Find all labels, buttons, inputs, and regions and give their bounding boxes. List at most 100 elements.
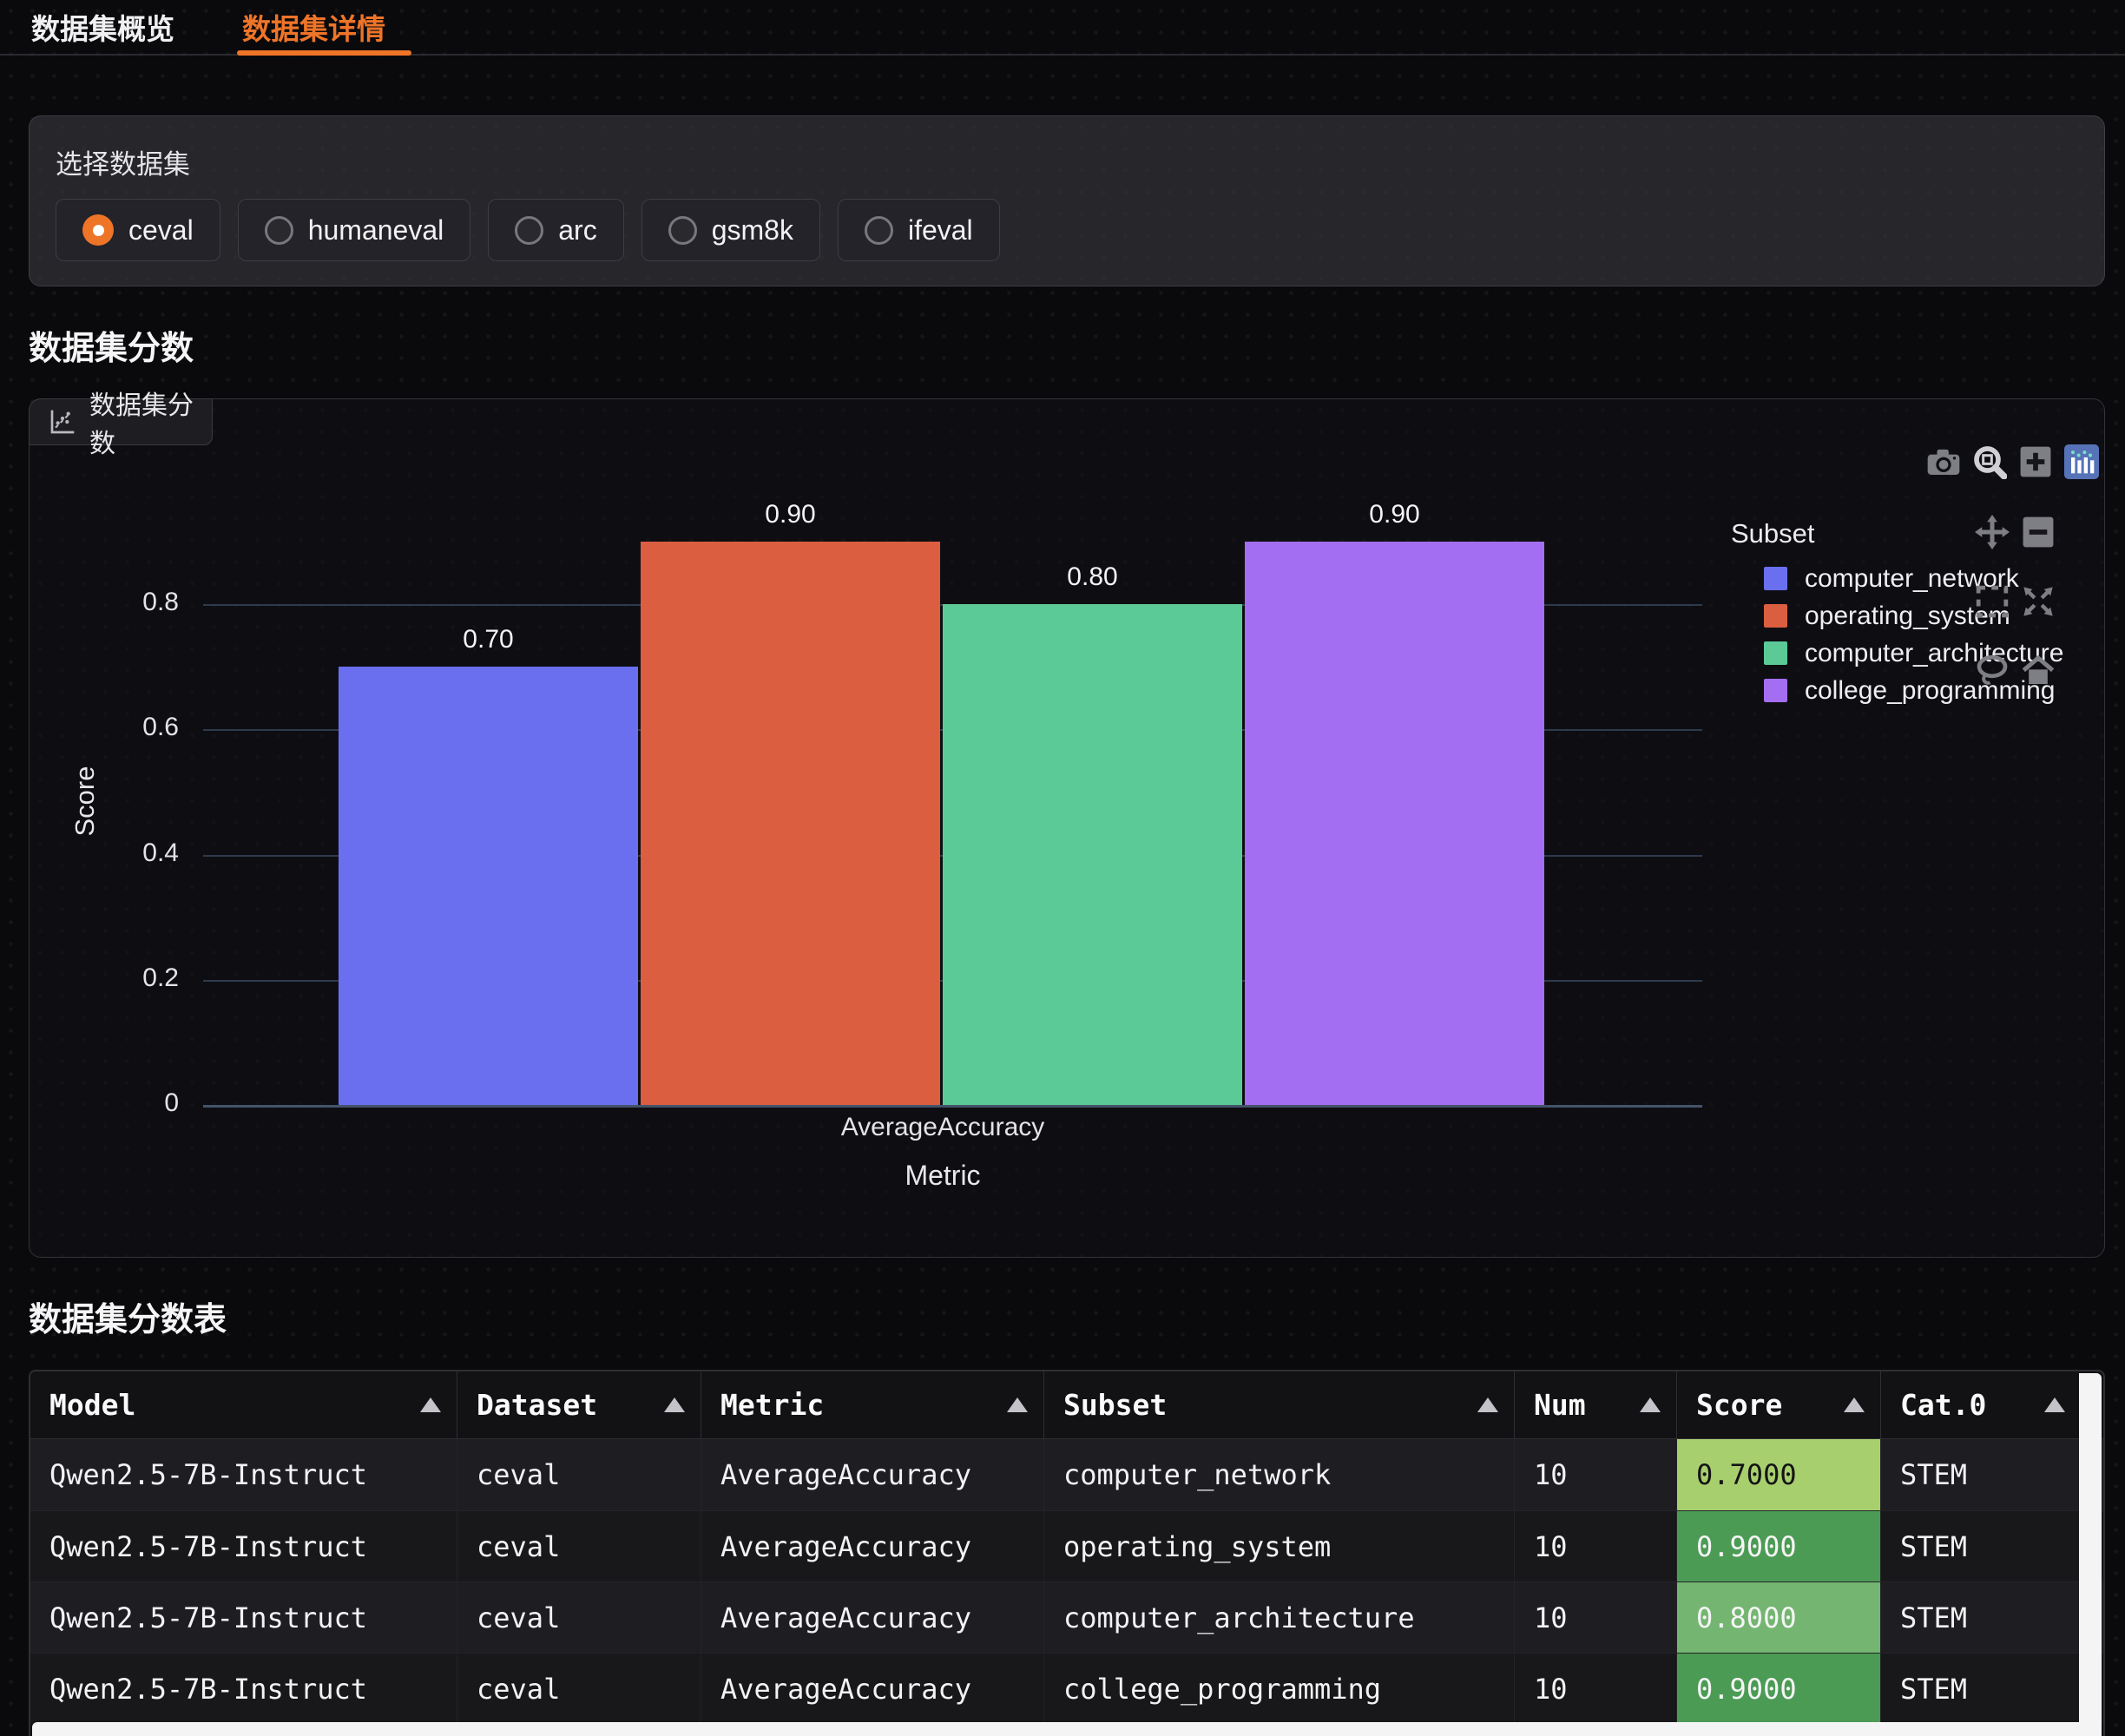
table-column-header[interactable]: Num bbox=[1515, 1371, 1677, 1438]
table-column-header[interactable]: Cat.0 bbox=[1881, 1371, 2081, 1438]
dataset-radio-option[interactable]: humaneval bbox=[238, 199, 471, 261]
column-header-label: Subset bbox=[1063, 1388, 1167, 1422]
table-cell-cat-0: STEM bbox=[1881, 1511, 2081, 1581]
plotly-logo-icon[interactable] bbox=[2064, 444, 2099, 479]
table-column-header[interactable]: Dataset bbox=[457, 1371, 701, 1438]
bar-computer_architecture[interactable] bbox=[943, 604, 1242, 1105]
table-cell-dataset: ceval bbox=[457, 1654, 701, 1724]
y-tick-label: 0.2 bbox=[83, 963, 179, 993]
column-header-label: Num bbox=[1534, 1388, 1586, 1422]
radio-option-label: gsm8k bbox=[712, 214, 793, 247]
camera-icon[interactable] bbox=[1926, 444, 1961, 479]
table-cell-subset: computer_network bbox=[1044, 1439, 1515, 1510]
y-axis-title: Score bbox=[69, 766, 101, 837]
table-row: Qwen2.5-7B-InstructcevalAverageAccuracyc… bbox=[30, 1439, 2103, 1510]
y-tick-label: 0.8 bbox=[83, 588, 179, 617]
bar-value-label: 0.80 bbox=[943, 562, 1242, 592]
radio-circle-icon bbox=[865, 216, 893, 245]
table-cell-cat-0: STEM bbox=[1881, 1439, 2081, 1510]
table-column-header[interactable]: Model bbox=[30, 1371, 457, 1438]
table-cell-metric: AverageAccuracy bbox=[701, 1582, 1044, 1653]
plot-modebar-row1 bbox=[1926, 444, 2099, 479]
table-header-row: Model Dataset Metric Subset Num Score Ca… bbox=[30, 1371, 2103, 1439]
tab-dataset-overview[interactable]: 数据集概览 bbox=[31, 0, 206, 54]
table-row: Qwen2.5-7B-InstructcevalAverageAccuracyc… bbox=[30, 1653, 2103, 1724]
x-axis-title: Metric bbox=[769, 1160, 1116, 1192]
dataset-radio-option[interactable]: ceval bbox=[56, 199, 220, 261]
dataset-radio-option[interactable]: ifeval bbox=[838, 199, 1000, 261]
page-content: 选择数据集 ceval humaneval arc gsm8k ifeval 数… bbox=[0, 115, 2125, 1736]
radio-option-label: arc bbox=[558, 214, 596, 247]
radio-circle-icon bbox=[265, 216, 293, 245]
y-tick-label: 0.6 bbox=[83, 713, 179, 742]
sort-arrow-icon bbox=[1844, 1397, 1865, 1412]
table-cell-num: 10 bbox=[1515, 1654, 1677, 1724]
chart-panel-tab[interactable]: 数据集分数 bbox=[29, 398, 213, 445]
radio-circle-icon bbox=[515, 216, 543, 245]
gridline bbox=[203, 1105, 1702, 1108]
score-table: Model Dataset Metric Subset Num Score Ca… bbox=[29, 1370, 2105, 1736]
table-cell-dataset: ceval bbox=[457, 1511, 701, 1581]
tab-dataset-detail[interactable]: 数据集详情 bbox=[242, 0, 417, 54]
table-cell-score: 0.8000 bbox=[1677, 1582, 1881, 1653]
table-cell-model: Qwen2.5-7B-Instruct bbox=[30, 1654, 457, 1724]
zoom-out-icon[interactable] bbox=[2021, 515, 2056, 549]
table-cell-subset: college_programming bbox=[1044, 1654, 1515, 1724]
table-row: Qwen2.5-7B-InstructcevalAverageAccuracyc… bbox=[30, 1581, 2103, 1653]
reset-home-icon[interactable] bbox=[2021, 654, 2056, 688]
dataset-radio-option[interactable]: gsm8k bbox=[641, 199, 820, 261]
bar-operating_system[interactable] bbox=[641, 542, 940, 1105]
sort-arrow-icon bbox=[420, 1397, 441, 1412]
scatter-chart-icon bbox=[49, 407, 76, 437]
zoom-in-icon[interactable] bbox=[2018, 444, 2053, 479]
table-cell-metric: AverageAccuracy bbox=[701, 1439, 1044, 1510]
plot-modebar-row4 bbox=[1975, 654, 2056, 688]
pan-icon[interactable] bbox=[1975, 515, 2010, 549]
column-header-label: Metric bbox=[720, 1388, 824, 1422]
table-cell-score: 0.9000 bbox=[1677, 1654, 1881, 1724]
column-header-label: Cat.0 bbox=[1900, 1388, 1986, 1422]
table-cell-score: 0.7000 bbox=[1677, 1439, 1881, 1510]
table-cell-subset: computer_architecture bbox=[1044, 1582, 1515, 1653]
radio-circle-icon bbox=[668, 216, 697, 245]
legend-swatch-icon bbox=[1764, 604, 1787, 628]
column-header-label: Dataset bbox=[477, 1388, 597, 1422]
table-cell-model: Qwen2.5-7B-Instruct bbox=[30, 1582, 457, 1653]
legend-swatch-icon bbox=[1764, 641, 1787, 665]
table-cell-num: 10 bbox=[1515, 1439, 1677, 1510]
plot-modebar-row2 bbox=[1975, 515, 2056, 549]
table-row: Qwen2.5-7B-InstructcevalAverageAccuracyo… bbox=[30, 1510, 2103, 1581]
table-cell-dataset: ceval bbox=[457, 1582, 701, 1653]
table-cell-model: Qwen2.5-7B-Instruct bbox=[30, 1439, 457, 1510]
sort-arrow-icon bbox=[1640, 1397, 1661, 1412]
table-cell-score: 0.9000 bbox=[1677, 1511, 1881, 1581]
vertical-scrollbar[interactable] bbox=[2079, 1373, 2102, 1736]
table-cell-metric: AverageAccuracy bbox=[701, 1511, 1044, 1581]
table-column-header[interactable]: Metric bbox=[701, 1371, 1044, 1438]
table-cell-num: 10 bbox=[1515, 1582, 1677, 1653]
lasso-icon[interactable] bbox=[1975, 654, 2010, 688]
bar-computer_network[interactable] bbox=[339, 667, 638, 1105]
radio-option-label: ifeval bbox=[908, 214, 973, 247]
table-cell-dataset: ceval bbox=[457, 1439, 701, 1510]
zoom-icon[interactable] bbox=[1972, 444, 2007, 479]
table-cell-subset: operating_system bbox=[1044, 1511, 1515, 1581]
table-cell-cat-0: STEM bbox=[1881, 1654, 2081, 1724]
box-select-icon[interactable] bbox=[1975, 584, 2010, 619]
autoscale-icon[interactable] bbox=[2021, 584, 2056, 619]
column-header-label: Model bbox=[49, 1388, 135, 1422]
sort-arrow-icon bbox=[2044, 1397, 2065, 1412]
legend-swatch-icon bbox=[1764, 679, 1787, 702]
x-axis-tick-label: AverageAccuracy bbox=[769, 1113, 1116, 1142]
horizontal-scrollbar[interactable] bbox=[32, 1722, 2079, 1736]
column-header-label: Score bbox=[1696, 1388, 1782, 1422]
table-column-header[interactable]: Subset bbox=[1044, 1371, 1515, 1438]
chart-section-title: 数据集分数 bbox=[29, 321, 2105, 369]
sort-arrow-icon bbox=[664, 1397, 685, 1412]
table-cell-num: 10 bbox=[1515, 1511, 1677, 1581]
table-column-header[interactable]: Score bbox=[1677, 1371, 1881, 1438]
dataset-radio-group: ceval humaneval arc gsm8k ifeval bbox=[56, 199, 2078, 261]
bar-college_programming[interactable] bbox=[1245, 542, 1544, 1105]
dataset-radio-option[interactable]: arc bbox=[488, 199, 623, 261]
table-section-title: 数据集分数表 bbox=[29, 1292, 2105, 1340]
